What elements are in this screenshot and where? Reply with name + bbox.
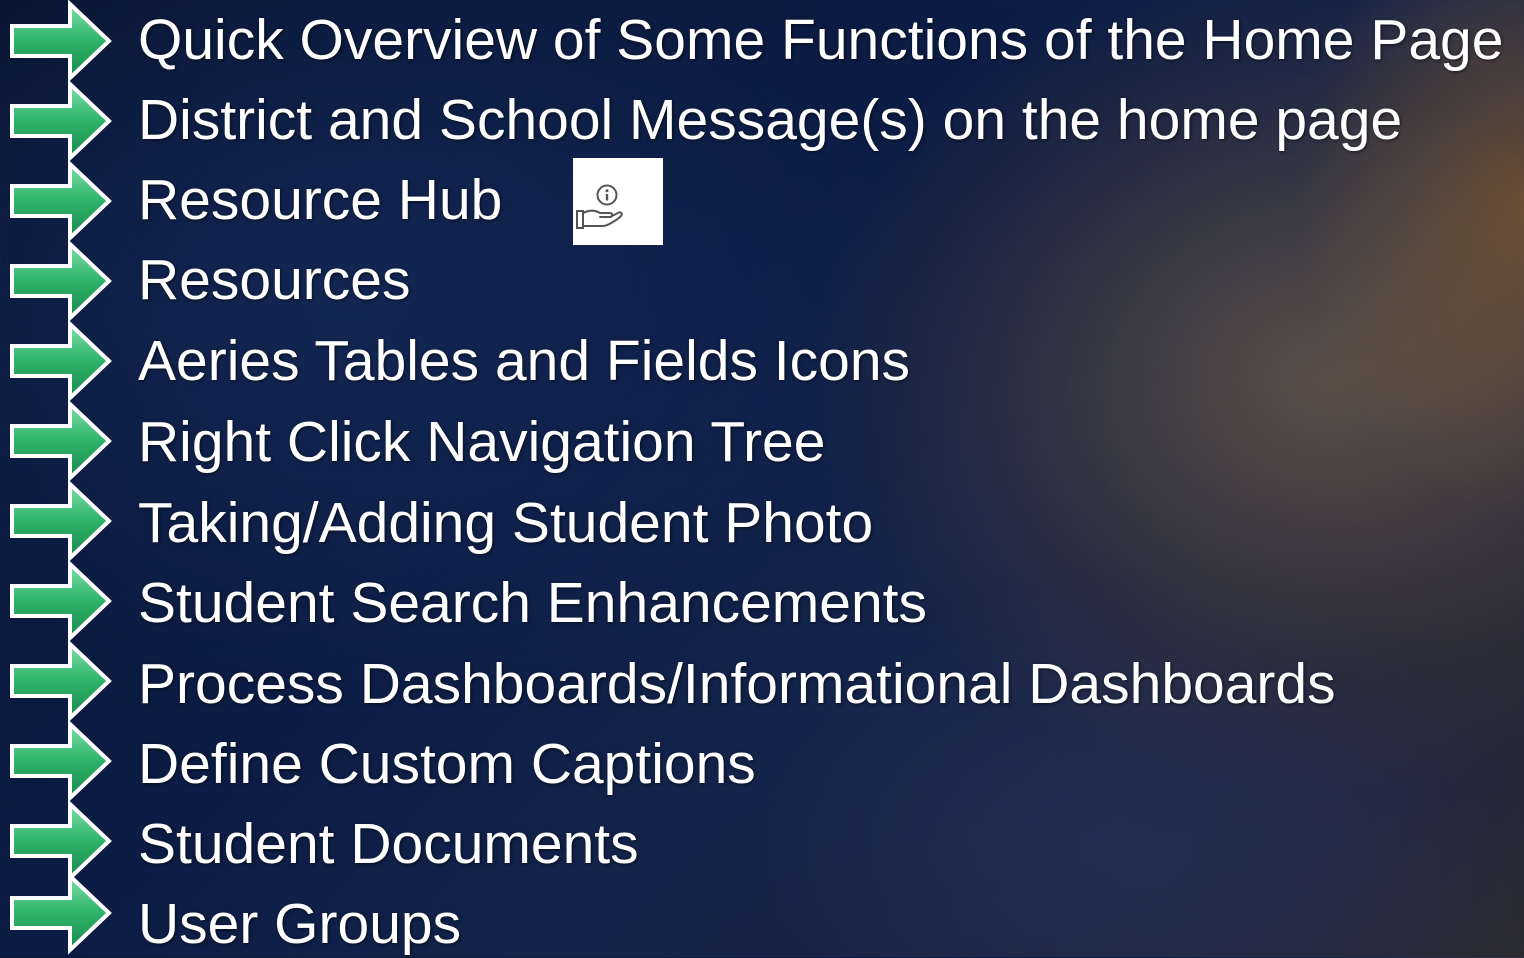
green-arrow-icon [10, 2, 111, 80]
green-arrow-icon [10, 402, 111, 480]
green-arrow-icon [10, 322, 111, 400]
list-item: Define Custom Captions [138, 732, 756, 796]
list-item: District and School Message(s) on the ho… [138, 88, 1403, 152]
green-arrow-icon [10, 642, 111, 720]
list-item: User Groups [138, 892, 462, 956]
list-item: Student Search Enhancements [138, 571, 928, 635]
green-arrow-icon [10, 482, 111, 560]
list-item: Process Dashboards/Informational Dashboa… [138, 652, 1336, 716]
list-item: Student Documents [138, 812, 639, 876]
list-item: Quick Overview of Some Functions of the … [138, 8, 1504, 72]
list-item: Resource Hub [138, 168, 503, 232]
arrow-bullets [8, 0, 118, 957]
list-item: Resources [138, 248, 411, 312]
green-arrow-icon [10, 562, 111, 640]
green-arrow-icon [10, 162, 111, 240]
slide: Quick Overview of Some Functions of the … [0, 0, 1524, 957]
list-item: Taking/Adding Student Photo [138, 491, 874, 555]
green-arrow-icon [10, 82, 111, 160]
list-item: Right Click Navigation Tree [138, 410, 826, 474]
green-arrow-icon [10, 874, 111, 952]
green-arrow-icon [10, 242, 111, 320]
list-item: Aeries Tables and Fields Icons [138, 329, 911, 393]
resource-hub-icon [573, 158, 663, 245]
green-arrow-icon [10, 722, 111, 800]
hand-info-icon [576, 184, 623, 229]
